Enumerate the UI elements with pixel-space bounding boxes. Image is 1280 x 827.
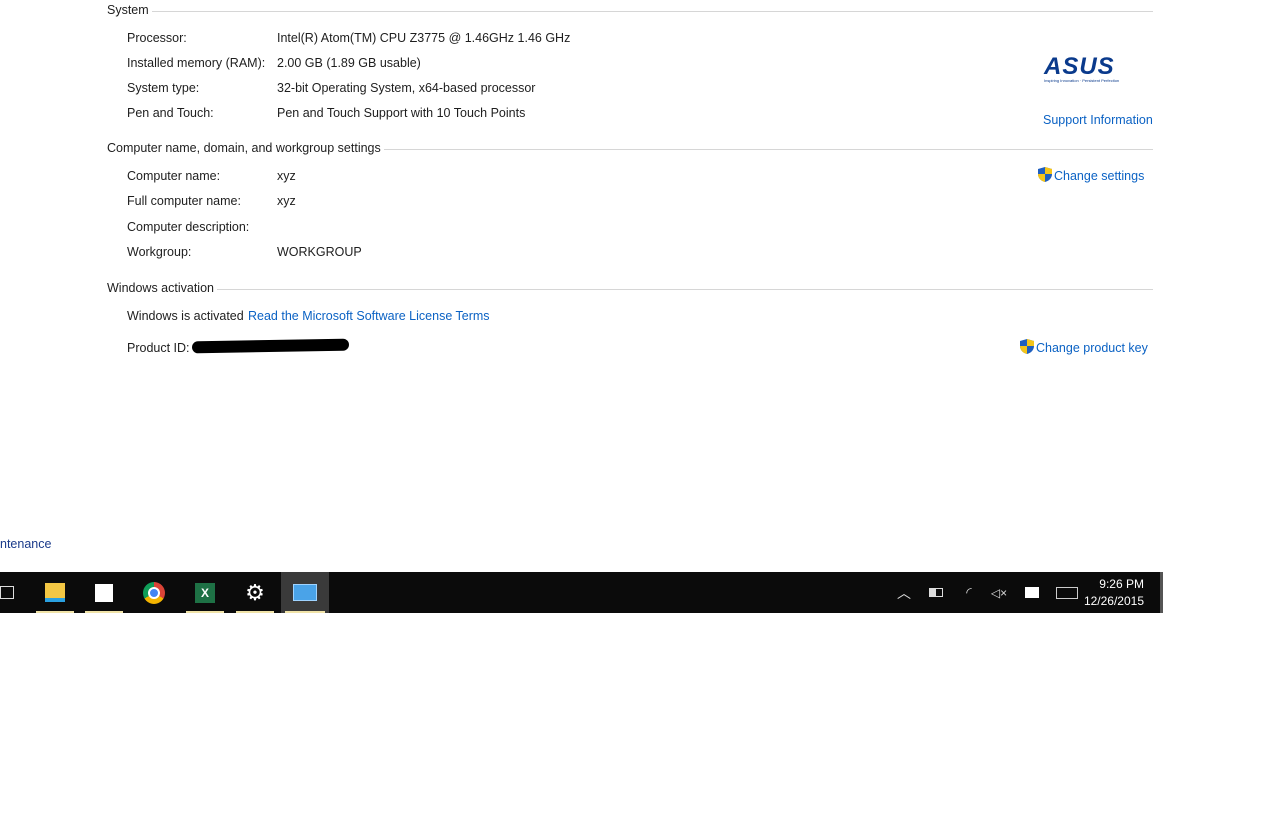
excel-button[interactable]: X [182, 572, 228, 613]
change-settings-link[interactable]: Change settings [1038, 167, 1144, 183]
computer-description-label: Computer description: [127, 220, 250, 234]
workgroup-value: WORKGROUP [277, 245, 362, 259]
control-panel-icon [293, 584, 317, 601]
network-button[interactable]: ◜ [958, 572, 980, 613]
activation-section-header: Windows activation [107, 281, 1153, 297]
processor-value: Intel(R) Atom(TM) CPU Z3775 @ 1.46GHz 1.… [277, 31, 571, 45]
battery-icon [929, 588, 943, 597]
computer-section-header: Computer name, domain, and workgroup set… [107, 141, 1153, 157]
chrome-button[interactable] [131, 572, 177, 613]
asus-logo: ASUS Inspiring Innovation · Persistent P… [1044, 53, 1120, 84]
product-id-label: Product ID: [127, 341, 190, 355]
gear-icon: ⚙ [245, 579, 265, 605]
volume-button[interactable]: ◁× [988, 572, 1010, 613]
taskbar: X ⚙ ︿ ◜ ◁× 9:26 PM 12/26/2015 [0, 572, 1163, 613]
workgroup-label: Workgroup: [127, 245, 192, 259]
full-computer-name-label: Full computer name: [127, 194, 241, 208]
task-view-button[interactable] [0, 572, 30, 613]
touch-keyboard-button[interactable] [1054, 572, 1080, 613]
clock-time: 9:26 PM [1099, 577, 1144, 591]
task-view-icon [0, 586, 14, 599]
wifi-icon: ◜ [966, 584, 972, 600]
store-icon [95, 583, 113, 602]
processor-label: Processor: [127, 31, 187, 45]
sidebar-maintenance-link[interactable]: ntenance [0, 537, 51, 551]
system-type-value: 32-bit Operating System, x64-based proce… [277, 81, 536, 95]
chevron-up-icon: ︿ [897, 584, 911, 601]
uac-shield-icon [1020, 339, 1034, 354]
product-id-redaction [191, 338, 350, 354]
license-terms-link[interactable]: Read the Microsoft Software License Term… [248, 309, 490, 323]
support-information-link[interactable]: Support Information [1043, 113, 1153, 127]
folder-icon [45, 583, 65, 602]
notification-icon [1025, 587, 1039, 598]
clock-date: 12/26/2015 [1083, 594, 1144, 608]
ram-value: 2.00 GB (1.89 GB usable) [277, 56, 421, 70]
computer-name-value: xyz [277, 169, 296, 183]
ram-label: Installed memory (RAM): [127, 56, 266, 70]
chrome-icon [143, 581, 165, 604]
battery-button[interactable] [925, 572, 947, 613]
settings-button[interactable]: ⚙ [232, 572, 278, 613]
file-explorer-button[interactable] [32, 572, 78, 613]
pen-touch-label: Pen and Touch: [127, 106, 214, 120]
store-button[interactable] [81, 572, 127, 613]
activation-status: Windows is activated [127, 309, 244, 323]
show-hidden-icons-button[interactable]: ︿ [893, 572, 915, 613]
excel-icon: X [195, 582, 215, 603]
full-computer-name-value: xyz [277, 194, 296, 208]
action-center-button[interactable] [1021, 572, 1043, 613]
uac-shield-icon [1038, 167, 1052, 182]
clock[interactable]: 9:26 PM 12/26/2015 [1084, 576, 1144, 610]
system-section-header: System [107, 3, 1153, 19]
control-panel-button[interactable] [281, 572, 329, 613]
keyboard-icon [1056, 586, 1078, 599]
pen-touch-value: Pen and Touch Support with 10 Touch Poin… [277, 106, 526, 120]
system-type-label: System type: [127, 81, 200, 95]
volume-muted-icon: ◁× [990, 585, 1008, 600]
change-product-key-link[interactable]: Change product key [1020, 339, 1148, 355]
computer-name-label: Computer name: [127, 169, 221, 183]
